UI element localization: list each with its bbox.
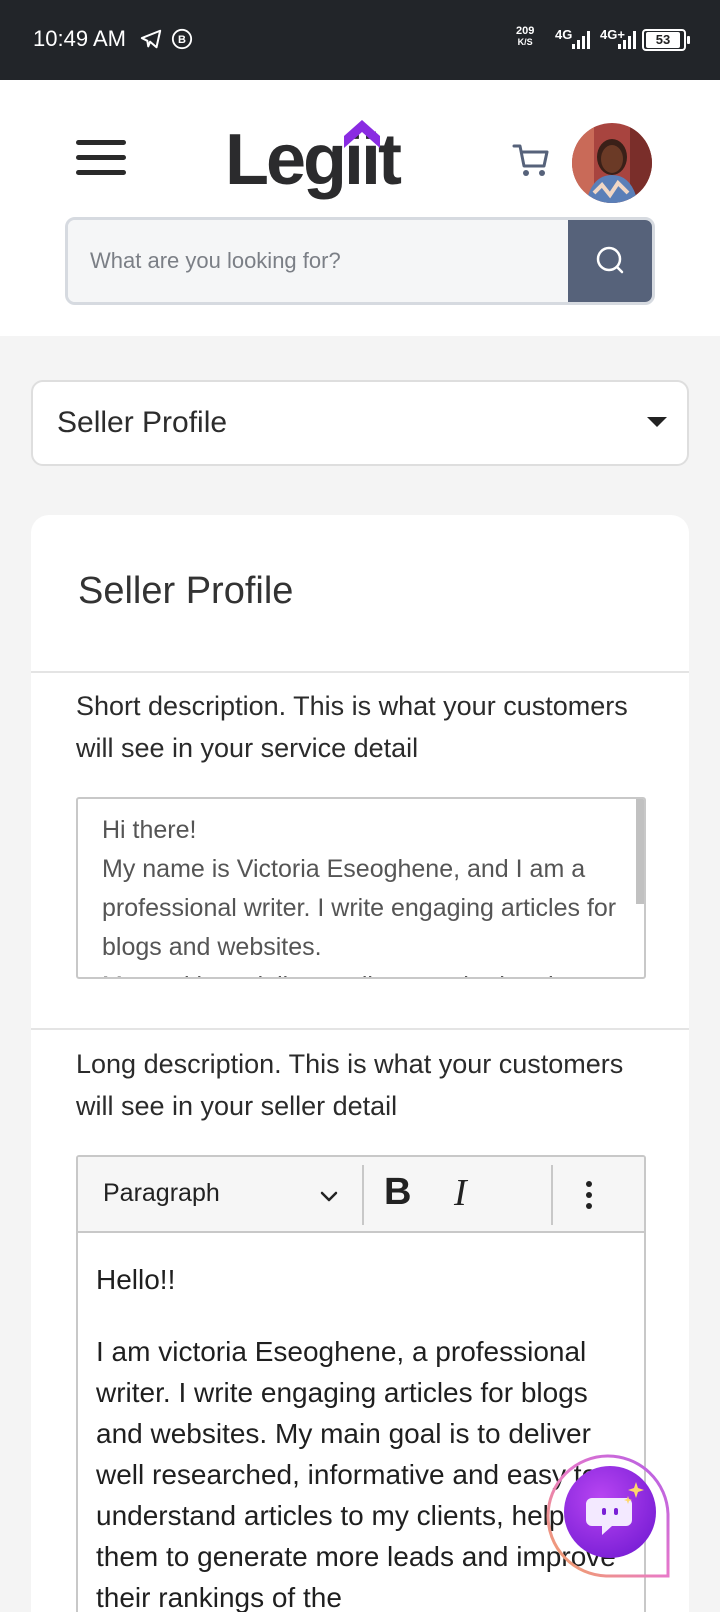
toolbar-separator [362,1165,364,1225]
caret-down-icon [647,417,667,427]
card-title: Seller Profile [78,570,294,612]
divider [31,671,689,673]
long-description-label: Long description. This is what your cust… [76,1049,624,1121]
net-speed-unit: K/S [517,37,533,47]
signal-label-1: 4G [555,27,573,42]
paragraph-format-dropdown[interactable]: Paragraph [103,1179,220,1208]
editor-paragraph: Hello!! [96,1264,176,1295]
editor-toolbar: Paragraph B I [78,1157,644,1233]
chat-support-button[interactable] [546,1444,688,1586]
short-description-text: Hi there! My name is Victoria Eseoghene,… [102,816,617,977]
short-description-textarea[interactable]: Hi there! My name is Victoria Eseoghene,… [76,797,646,979]
more-options-icon[interactable] [578,1179,600,1211]
telegram-icon [140,29,162,49]
search-input[interactable] [68,220,572,302]
cart-icon[interactable] [512,140,552,180]
search-bar [65,217,655,305]
divider [31,1028,689,1030]
site-header: Legiit [0,80,720,336]
avatar[interactable] [572,123,652,203]
search-button[interactable] [568,220,652,302]
toolbar-separator [551,1165,553,1225]
italic-button[interactable]: I [454,1171,467,1215]
status-bar: 10:49 AM B 209 K/S 4G 4G+ 53 [0,0,720,80]
section-select-value: Seller Profile [57,406,228,439]
net-speed-value: 209 [516,25,535,37]
signal-icon-2 [618,31,636,49]
battery-icon: 53 [642,29,690,51]
textarea-scrollbar[interactable] [636,799,644,904]
net-speed: 209 K/S [516,26,534,48]
battery-level: 53 [646,32,680,48]
signal-icon [572,31,590,49]
bold-button[interactable]: B [384,1171,411,1214]
section-select[interactable]: Seller Profile [31,380,689,466]
svg-text:B: B [178,34,186,46]
search-icon [596,246,624,274]
logo-chevron-icon [344,120,380,148]
menu-icon[interactable] [76,140,126,176]
editor-paragraph: I am victoria Eseoghene, a professional … [96,1336,616,1612]
blogger-icon: B [171,28,193,50]
short-description-label: Short description. This is what your cus… [76,691,628,763]
status-time: 10:49 AM [33,26,126,51]
editor-content[interactable]: Hello!! I am victoria Eseoghene, a profe… [96,1259,616,1612]
chevron-down-icon[interactable] [318,1185,340,1207]
